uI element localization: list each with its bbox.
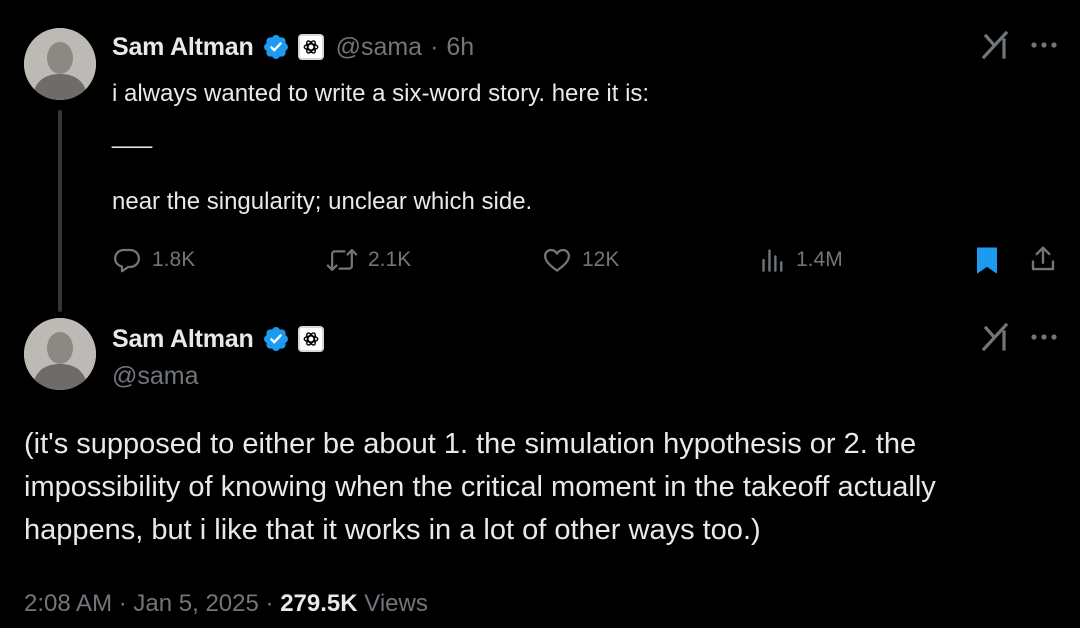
share-icon[interactable]	[1028, 244, 1058, 279]
footer-separator: ·	[265, 590, 274, 617]
tweet-text-line: near the singularity; unclear which side…	[112, 188, 533, 215]
post-date[interactable]: Jan 5, 2025	[133, 590, 258, 617]
reply-author-name[interactable]: Sam Altman	[112, 325, 254, 354]
views-count: 1.4M	[796, 248, 843, 271]
reply-button[interactable]: 1.8K	[112, 245, 195, 275]
heart-icon	[544, 248, 570, 272]
author-handle[interactable]: @sama	[336, 33, 423, 62]
reply-header: Sam Altman	[112, 322, 324, 356]
tweet-timestamp[interactable]: 6h	[446, 33, 474, 62]
tweet-text-line: ___	[112, 122, 153, 149]
reply-text-line: (it's supposed to either be about 1. the…	[24, 428, 917, 460]
grok-icon[interactable]	[980, 30, 1010, 65]
reply-text: (it's supposed to either be about 1. the…	[24, 423, 1064, 552]
reply-text-line: impossibility of knowing when the critic…	[24, 471, 936, 503]
analytics-icon	[762, 249, 783, 272]
footer-separator: ·	[118, 590, 127, 617]
reply-count: 1.8K	[152, 248, 196, 271]
author-name[interactable]: Sam Altman	[112, 33, 254, 62]
more-dots-icon[interactable]	[1030, 328, 1058, 351]
reply-icon	[114, 248, 140, 273]
more-dots-icon[interactable]	[1030, 36, 1058, 59]
meta-separator: ·	[430, 32, 439, 61]
repost-button[interactable]: 2.1K	[326, 245, 411, 275]
post-time[interactable]: 2:08 AM	[24, 590, 112, 617]
thread-connector-line	[58, 110, 62, 312]
grok-icon[interactable]	[980, 322, 1010, 357]
author-avatar[interactable]	[24, 28, 96, 100]
reply-text-line: happens, but i like that it works in a l…	[24, 514, 761, 546]
tweet-text-line: i always wanted to write a six-word stor…	[112, 80, 650, 107]
verified-badge-icon[interactable]	[262, 33, 290, 61]
reply-author-avatar[interactable]	[24, 318, 96, 390]
openai-logo-icon[interactable]	[297, 326, 324, 352]
tweet-footer: 2:08 AM · Jan 5, 2025 · 279.5K Views	[24, 590, 428, 618]
bookmark-icon[interactable]	[974, 245, 1000, 280]
views-total: 279.5K	[280, 590, 358, 617]
openai-logo-icon[interactable]	[297, 34, 324, 60]
repost-icon	[326, 249, 358, 271]
like-count: 12K	[582, 248, 620, 271]
tweet-header: Sam Altman @sama · 6h	[112, 30, 474, 64]
like-button[interactable]: 12K	[542, 245, 619, 275]
views-button[interactable]: 1.4M	[760, 245, 843, 275]
views-label: Views	[364, 590, 428, 617]
verified-badge-icon[interactable]	[262, 325, 290, 353]
reply-author-handle[interactable]: @sama	[112, 362, 199, 391]
repost-count: 2.1K	[368, 248, 412, 271]
